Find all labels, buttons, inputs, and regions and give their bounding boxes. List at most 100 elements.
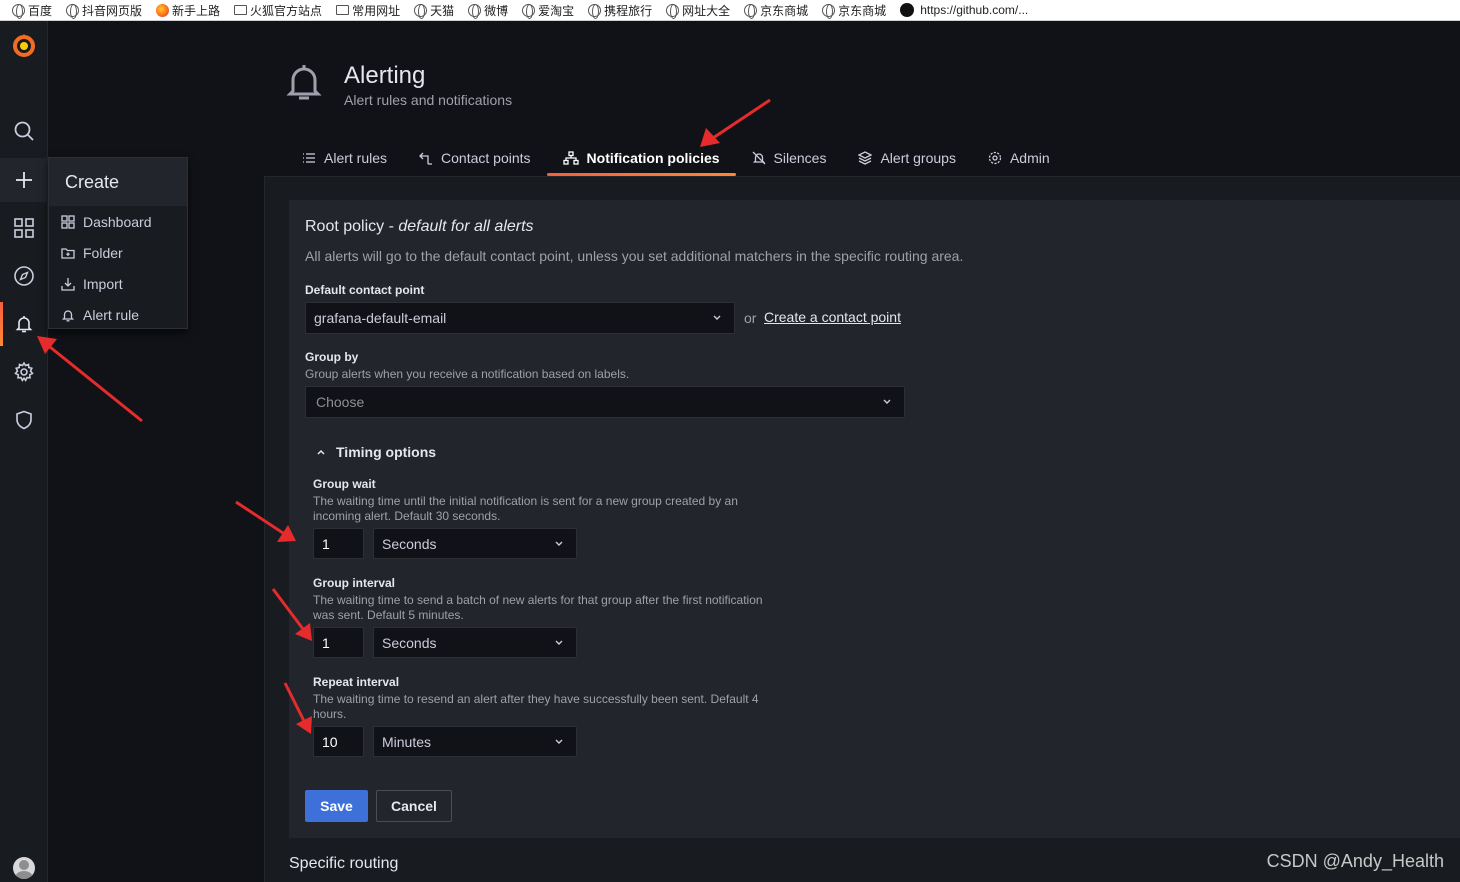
create-menu-item-label: Dashboard [83, 213, 152, 230]
repeat-interval-unit-select[interactable]: Minutes [373, 726, 577, 757]
globe-icon [522, 3, 536, 19]
group-by-label: Group by [305, 350, 359, 364]
create-contact-point-link[interactable]: Create a contact point [764, 309, 901, 325]
bell-icon [286, 65, 322, 100]
bookmark-item[interactable]: 微博 [468, 2, 508, 19]
tab-silences[interactable]: Silences [736, 140, 843, 176]
tab-label: Alert groups [880, 150, 956, 166]
plus-icon[interactable] [0, 158, 48, 202]
repeat-interval-input[interactable]: 10 [313, 726, 364, 757]
bookmark-label: 携程旅行 [604, 3, 653, 18]
timing-options-toggle[interactable]: Timing options [313, 444, 436, 460]
group-wait-input[interactable]: 1 [313, 528, 364, 559]
layer-group-icon [858, 151, 873, 165]
group-by-select[interactable]: Choose [305, 386, 905, 418]
tab-alert-rules[interactable]: Alert rules [286, 140, 403, 176]
create-menu-item-label: Folder [83, 244, 123, 261]
bookmark-item[interactable]: 携程旅行 [588, 2, 652, 19]
globe-icon [588, 3, 602, 19]
bell-slash-icon [752, 151, 766, 165]
tab-contact-points[interactable]: Contact points [403, 140, 547, 176]
create-menu-item-label: Import [83, 275, 123, 292]
compass-icon[interactable] [0, 254, 48, 298]
group-wait-description-line1: The waiting time until the initial notif… [313, 494, 738, 508]
bookmark-label: 抖音网页版 [82, 3, 143, 18]
bell-icon[interactable] [0, 302, 48, 346]
cog-icon[interactable] [0, 350, 48, 394]
bookmark-label: 火狐官方站点 [250, 3, 323, 18]
bookmark-label: 百度 [28, 3, 53, 18]
specific-routing-heading: Specific routing [289, 855, 399, 872]
group-wait-unit: Seconds [382, 535, 437, 552]
create-menu-item-label: Alert rule [83, 306, 140, 323]
create-menu: Create Dashboard Folder Import Alert rul… [48, 157, 188, 329]
group-wait-label: Group wait [313, 477, 376, 491]
tab-label: Notification policies [586, 150, 720, 166]
chevron-down-icon [883, 399, 891, 404]
tab-alert-groups[interactable]: Alert groups [842, 140, 971, 176]
bookmark-label: 新手上路 [172, 3, 221, 18]
group-wait-description-line2: incoming alert. Default 30 seconds. [313, 509, 501, 523]
bookmark-item[interactable]: 京东商城 [822, 2, 886, 19]
bookmark-item[interactable]: 百度 [12, 2, 52, 19]
page-subtitle: Alert rules and notifications [344, 92, 513, 108]
create-menu-title[interactable]: Create [49, 158, 187, 206]
default-contact-point-value: grafana-default-email [314, 310, 447, 326]
default-contact-point-label: Default contact point [305, 283, 425, 297]
tab-admin[interactable]: Admin [972, 140, 1066, 176]
globe-icon [468, 3, 482, 19]
bookmark-label: 常用网址 [352, 3, 401, 18]
repeat-interval-unit: Minutes [382, 733, 432, 750]
create-menu-item-folder[interactable]: Folder [49, 237, 187, 268]
chevron-up-icon [317, 449, 325, 455]
create-menu-item-import[interactable]: Import [49, 268, 187, 299]
chevron-down-icon [713, 315, 721, 320]
chevron-down-icon [555, 541, 563, 546]
repeat-interval-label: Repeat interval [313, 675, 400, 689]
bookmarks-bar: 百度 抖音网页版 新手上路 火狐官方站点 常用网址 天猫 微博 爱淘宝 携程旅行 网址大全 京东商城… [0, 0, 1460, 21]
group-interval-unit: Seconds [382, 634, 437, 651]
bell-icon [61, 309, 75, 321]
bookmark-item[interactable]: 天猫 [414, 2, 454, 19]
timing-options-label: Timing options [336, 444, 437, 460]
tab-bar: Alert rules Contact points Notification … [286, 140, 1066, 176]
sitemap-icon [562, 151, 579, 165]
bookmark-item[interactable]: https://github.com/... [900, 3, 1028, 17]
bookmark-item[interactable]: 新手上路 [156, 2, 220, 19]
root-policy-description: All alerts will go to the default contac… [305, 248, 964, 264]
group-interval-description-line2: was sent. Default 5 minutes. [313, 608, 464, 622]
firefox-icon [156, 3, 170, 17]
bookmark-item[interactable]: 抖音网页版 [66, 2, 142, 19]
arrow-to-alerting-menu [37, 336, 143, 423]
group-wait-unit-select[interactable]: Seconds [373, 528, 577, 559]
group-interval-unit-select[interactable]: Seconds [373, 627, 577, 658]
group-by-placeholder: Choose [316, 394, 365, 410]
grafana-logo-icon[interactable] [10, 32, 38, 60]
search-icon[interactable] [0, 109, 48, 153]
group-interval-input[interactable]: 1 [313, 627, 364, 658]
folder-plus-icon [61, 247, 75, 259]
bookmark-item[interactable]: 爱淘宝 [522, 2, 574, 19]
bookmark-item[interactable]: 网址大全 [666, 2, 730, 19]
globe-icon [666, 3, 680, 19]
bookmark-label: 京东商城 [838, 3, 887, 18]
bookmark-item[interactable]: 常用网址 [336, 2, 400, 19]
tab-label: Contact points [441, 150, 531, 166]
page-title: Alerting [344, 62, 426, 89]
shield-icon[interactable] [0, 398, 48, 442]
bookmark-label: 爱淘宝 [538, 3, 575, 18]
default-contact-point-select[interactable]: grafana-default-email [305, 302, 735, 334]
tab-label: Silences [773, 150, 827, 166]
create-menu-item-alert-rule[interactable]: Alert rule [49, 299, 187, 330]
bookmark-label: https://github.com/... [920, 3, 1029, 17]
save-button[interactable]: Save [305, 790, 368, 822]
bookmark-item[interactable]: 京东商城 [744, 2, 808, 19]
bookmark-item[interactable]: 火狐官方站点 [234, 2, 322, 19]
globe-icon [744, 3, 758, 19]
avatar[interactable] [13, 857, 35, 879]
create-menu-item-dashboard[interactable]: Dashboard [49, 206, 187, 237]
tab-notification-policies[interactable]: Notification policies [546, 140, 736, 176]
bookmark-label: 天猫 [430, 3, 455, 18]
apps-icon[interactable] [0, 206, 48, 250]
cancel-button[interactable]: Cancel [376, 790, 452, 822]
